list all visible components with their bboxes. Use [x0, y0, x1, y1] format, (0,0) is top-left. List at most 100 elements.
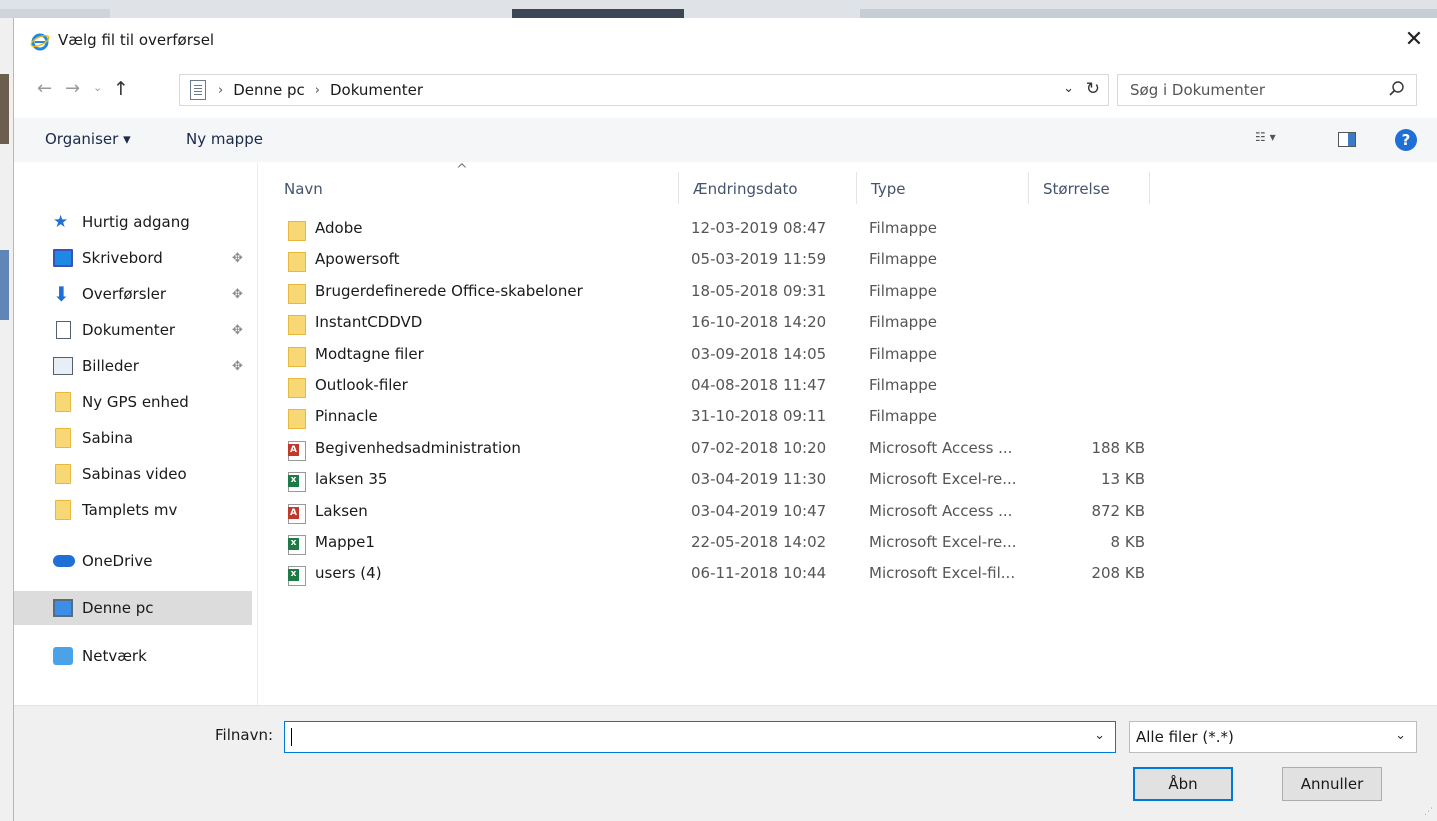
file-row[interactable]: users (4) 06-11-2018 10:44 Microsoft Exc…	[270, 559, 1170, 590]
sidebar-item-label: Tamplets mv	[82, 501, 178, 519]
navigation-pane: ★ Hurtig adgang Skrivebord ✥ ⬇ Overførsl…	[14, 162, 258, 705]
navigation-bar: ← → ⌄ ↑ › Denne pc › Dokumenter ⌄ ↻ Søg …	[14, 72, 1437, 108]
background-segment	[860, 9, 1437, 18]
sidebar-item-label: Ny GPS enhed	[82, 393, 189, 411]
new-folder-button[interactable]: Ny mappe	[186, 130, 263, 148]
sidebar-item-label: Overførsler	[82, 285, 167, 303]
filename-history-dropdown[interactable]: ⌄	[1094, 728, 1105, 743]
sidebar-item-quick-access[interactable]: ★ Hurtig adgang	[14, 205, 252, 239]
file-type: Filmappe	[869, 250, 937, 269]
sidebar-item-denne-pc[interactable]: Denne pc	[14, 591, 252, 625]
file-name: laksen 35	[315, 470, 388, 489]
refresh-button[interactable]: ↻	[1086, 79, 1100, 99]
folder-icon	[55, 500, 71, 520]
sidebar-item-tamplets-mv[interactable]: Tamplets mv	[14, 493, 252, 527]
recent-locations-button[interactable]: ⌄	[93, 81, 102, 94]
help-button[interactable]: ?	[1395, 129, 1417, 151]
file-size: 208 KB	[1091, 564, 1145, 583]
preview-pane-icon[interactable]	[1338, 132, 1356, 147]
sidebar-item-documents[interactable]: Dokumenter ✥	[14, 313, 252, 347]
search-placeholder: Søg i Dokumenter	[1130, 81, 1266, 99]
file-row[interactable]: laksen 35 03-04-2019 11:30 Microsoft Exc…	[270, 465, 1170, 496]
file-row[interactable]: Brugerdefinerede Office-skabeloner 18-05…	[270, 277, 1170, 308]
address-history-dropdown[interactable]: ⌄	[1063, 81, 1074, 96]
desktop-icon	[53, 249, 73, 267]
file-date: 07-02-2018 10:20	[691, 438, 827, 457]
file-name: InstantCDDVD	[315, 313, 423, 332]
filename-field[interactable]: ⌄	[284, 721, 1116, 753]
open-button[interactable]: Åbn	[1133, 767, 1233, 801]
pin-icon: ✥	[232, 322, 243, 338]
cancel-button[interactable]: Annuller	[1282, 767, 1382, 801]
column-header-size[interactable]: Størrelse	[1028, 172, 1150, 204]
address-bar[interactable]: › Denne pc › Dokumenter ⌄ ↻	[179, 74, 1109, 106]
file-date: 04-08-2018 11:47	[691, 375, 827, 394]
download-icon: ⬇	[53, 282, 70, 306]
sidebar-item-label: Hurtig adgang	[82, 213, 190, 231]
file-date: 03-04-2019 10:47	[691, 501, 827, 520]
file-row[interactable]: Mappe1 22-05-2018 14:02 Microsoft Excel-…	[270, 528, 1170, 559]
breadcrumb-separator: ›	[218, 82, 224, 98]
file-size: 872 KB	[1091, 501, 1145, 520]
column-header-date[interactable]: Ændringsdato	[678, 172, 856, 204]
change-view-button[interactable]: ☷ ▾	[1255, 130, 1276, 144]
forward-button[interactable]: →	[65, 78, 80, 99]
column-header-type[interactable]: Type	[856, 172, 1028, 204]
background-window-strip	[0, 0, 1437, 18]
file-type-select[interactable]: Alle filer (*.*) ⌄	[1129, 721, 1417, 753]
documents-location-icon	[190, 80, 206, 100]
file-type: Microsoft Excel-re...	[869, 470, 1017, 489]
file-date: 31-10-2018 09:11	[691, 407, 827, 426]
pin-icon: ✥	[232, 286, 243, 302]
file-type: Microsoft Access ...	[869, 501, 1013, 520]
sidebar-item-sabinas-video[interactable]: Sabinas video	[14, 457, 252, 491]
up-button[interactable]: ↑	[113, 78, 129, 100]
file-row[interactable]: Pinnacle 31-10-2018 09:11 Filmappe	[270, 402, 1170, 433]
file-row[interactable]: Adobe 12-03-2019 08:47 Filmappe	[270, 214, 1170, 245]
breadcrumb-separator[interactable]: ›	[315, 83, 320, 98]
search-input[interactable]: Søg i Dokumenter	[1117, 74, 1417, 106]
file-row[interactable]: Begivenhedsadministration 07-02-2018 10:…	[270, 434, 1170, 465]
access-file-icon	[288, 440, 306, 461]
file-open-dialog: Vælg fil til overførsel ✕ ← → ⌄ ↑ › Denn…	[13, 18, 1437, 821]
file-row[interactable]: Apowersoft 05-03-2019 11:59 Filmappe	[270, 245, 1170, 276]
sidebar-item-label: Skrivebord	[82, 249, 163, 267]
close-button[interactable]: ✕	[1391, 18, 1437, 60]
file-name: Modtagne filer	[315, 344, 424, 363]
chevron-down-icon: ⌄	[1395, 728, 1406, 743]
file-date: 18-05-2018 09:31	[691, 281, 827, 300]
file-date: 06-11-2018 10:44	[691, 564, 827, 583]
file-type: Filmappe	[869, 375, 937, 394]
file-name: Adobe	[315, 219, 363, 237]
resize-grip-icon[interactable]: ⋰	[1424, 807, 1433, 817]
file-row[interactable]: Laksen 03-04-2019 10:47 Microsoft Access…	[270, 497, 1170, 528]
file-name: Brugerdefinerede Office-skabeloner	[315, 281, 583, 300]
file-row[interactable]: InstantCDDVD 16-10-2018 14:20 Filmappe	[270, 308, 1170, 339]
sidebar-item-onedrive[interactable]: OneDrive	[14, 544, 252, 578]
back-button[interactable]: ←	[37, 78, 52, 99]
sidebar-item-sabina[interactable]: Sabina	[14, 421, 252, 455]
sidebar-item-ny-gps-enhed[interactable]: Ny GPS enhed	[14, 385, 252, 419]
sidebar-item-downloads[interactable]: ⬇ Overførsler ✥	[14, 277, 252, 311]
file-row[interactable]: Modtagne filer 03-09-2018 14:05 Filmappe	[270, 340, 1170, 371]
sidebar-item-label: Netværk	[82, 647, 147, 665]
breadcrumb-item-denne-pc[interactable]: Denne pc	[233, 81, 305, 99]
sidebar-item-pictures[interactable]: Billeder ✥	[14, 349, 252, 383]
file-type: Filmappe	[869, 281, 937, 300]
file-size: 8 KB	[1110, 532, 1145, 551]
dialog-footer: Filnavn: ⌄ Alle filer (*.*) ⌄ Åbn Annull…	[14, 705, 1437, 821]
column-header-name[interactable]: Navn	[270, 172, 678, 204]
file-name: Pinnacle	[315, 407, 378, 426]
pin-icon: ✥	[232, 250, 243, 266]
folder-icon	[288, 252, 306, 273]
organise-menu-button[interactable]: Organiser ▾	[45, 130, 131, 148]
breadcrumb-item-dokumenter[interactable]: Dokumenter	[330, 81, 423, 99]
file-type: Filmappe	[869, 407, 937, 426]
file-name: Begivenhedsadministration	[315, 438, 521, 457]
sidebar-item-desktop[interactable]: Skrivebord ✥	[14, 241, 252, 275]
file-date: 05-03-2019 11:59	[691, 250, 827, 269]
file-type: Microsoft Access ...	[869, 438, 1013, 457]
file-name: Outlook-filer	[315, 375, 408, 394]
sidebar-item-network[interactable]: Netværk	[14, 639, 252, 673]
file-row[interactable]: Outlook-filer 04-08-2018 11:47 Filmappe	[270, 371, 1170, 402]
